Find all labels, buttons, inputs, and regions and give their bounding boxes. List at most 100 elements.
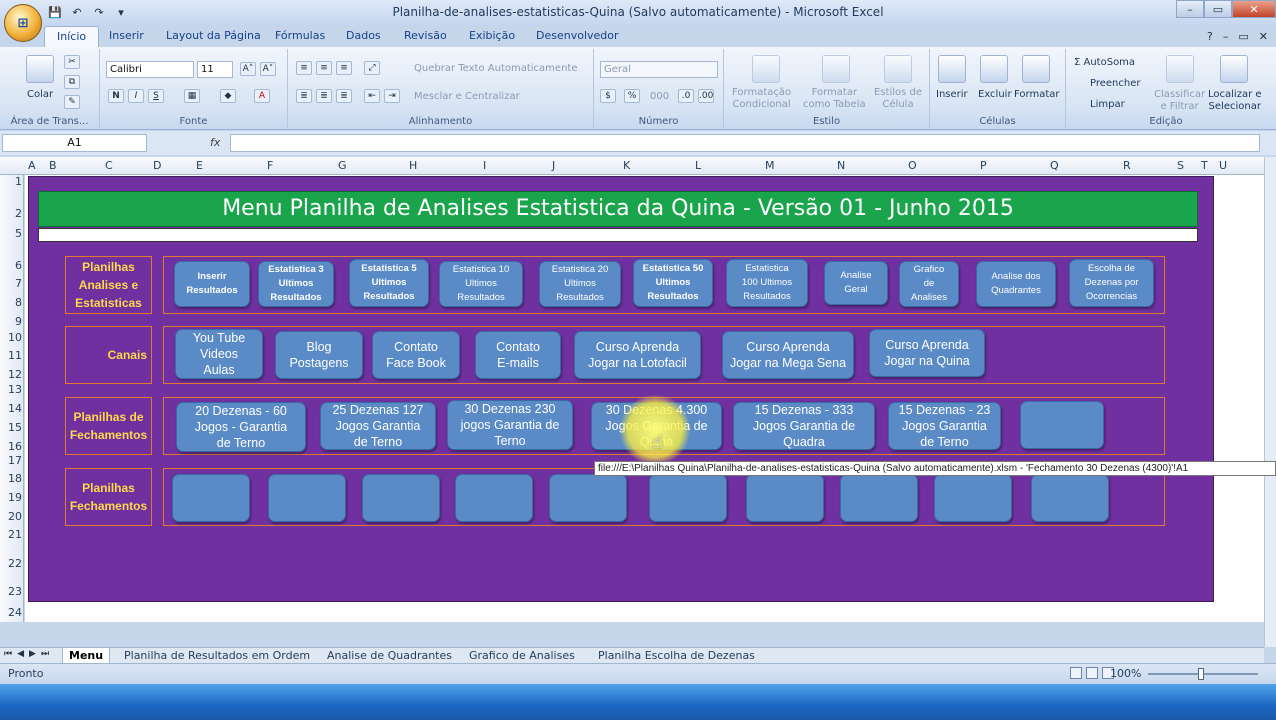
- tab-desenvolvedor[interactable]: Desenvolvedor: [536, 29, 619, 42]
- column-header[interactable]: C: [105, 159, 113, 172]
- curso-megasena-button[interactable]: Curso Aprenda Jogar na Mega Sena: [722, 331, 854, 379]
- fechamento-20-button[interactable]: 20 Dezenas - 60 Jogos - Garantia de Tern…: [176, 402, 306, 452]
- sheet-tab-quadrantes[interactable]: Analise de Quadrantes: [321, 648, 458, 664]
- delete-cells-button[interactable]: Excluir: [978, 89, 1012, 100]
- emails-button[interactable]: Contato E-mails: [475, 331, 561, 379]
- page-layout-view-icon[interactable]: [1086, 667, 1098, 679]
- insert-cells-icon[interactable]: [938, 55, 966, 83]
- conditional-format-button[interactable]: Formatação Condicional: [732, 87, 791, 111]
- maximize-button[interactable]: ▭: [1204, 0, 1232, 18]
- column-header[interactable]: A: [28, 159, 36, 172]
- facebook-button[interactable]: Contato Face Book: [372, 331, 460, 379]
- estatistica-20-button[interactable]: Estatistica 20 Ultimos Resultados: [539, 261, 621, 307]
- prev-sheet-icon[interactable]: ◀: [17, 649, 24, 659]
- fechamento-30-230-button[interactable]: 30 Dezenas 230 jogos Garantia de Terno: [447, 400, 573, 450]
- empty-slot-button[interactable]: [649, 474, 727, 522]
- row-header[interactable]: 21: [0, 528, 22, 541]
- row-header[interactable]: 11: [0, 349, 22, 362]
- column-header[interactable]: D: [153, 159, 161, 172]
- tab-revisao[interactable]: Revisão: [404, 29, 447, 42]
- empty-slot-button[interactable]: [934, 474, 1012, 522]
- column-header[interactable]: G: [338, 159, 347, 172]
- column-header[interactable]: N: [837, 159, 845, 172]
- align-right-icon[interactable]: ≣: [336, 89, 352, 103]
- thousands-button[interactable]: 000: [650, 91, 669, 102]
- increase-decimal-icon[interactable]: .0: [678, 89, 694, 103]
- insert-function-icon[interactable]: fx: [210, 136, 220, 149]
- cell-styles-icon[interactable]: [884, 55, 912, 83]
- autosum-button[interactable]: Σ AutoSoma: [1074, 57, 1135, 68]
- column-header[interactable]: I: [483, 159, 486, 172]
- column-header[interactable]: O: [908, 159, 917, 172]
- cell-styles-button[interactable]: Estilos de Célula: [874, 87, 922, 111]
- column-header[interactable]: E: [196, 159, 203, 172]
- font-family-select[interactable]: Calibri: [106, 61, 194, 78]
- help-icon[interactable]: ?: [1207, 30, 1213, 43]
- column-header[interactable]: H: [409, 159, 417, 172]
- grow-font-icon[interactable]: A˄: [240, 62, 256, 76]
- row-header[interactable]: 19: [0, 491, 22, 504]
- format-table-button[interactable]: Formatar como Tabela: [803, 87, 866, 111]
- estatistica-5-button[interactable]: Estatistica 5 Ultimos Resultados: [349, 259, 429, 307]
- column-header[interactable]: P: [980, 159, 987, 172]
- sort-filter-button[interactable]: Classificar e Filtrar: [1154, 89, 1205, 113]
- align-left-icon[interactable]: ≣: [296, 89, 312, 103]
- sheet-tab-resultados[interactable]: Planilha de Resultados em Ordem: [118, 648, 316, 664]
- column-header[interactable]: F: [267, 159, 273, 172]
- row-header[interactable]: 18: [0, 472, 22, 485]
- column-header[interactable]: Q: [1050, 159, 1059, 172]
- column-header[interactable]: J: [552, 159, 555, 172]
- align-middle-icon[interactable]: ≡: [316, 61, 332, 75]
- column-header[interactable]: M: [765, 159, 775, 172]
- estatistica-3-button[interactable]: Estatistica 3 Ultimos Resultados: [258, 261, 334, 307]
- column-header[interactable]: U: [1219, 159, 1227, 172]
- fill-button[interactable]: Preencher: [1090, 78, 1141, 89]
- row-header[interactable]: 6: [0, 259, 22, 272]
- find-select-icon[interactable]: [1220, 55, 1248, 83]
- tab-formulas[interactable]: Fórmulas: [275, 29, 325, 42]
- escolha-dezenas-button[interactable]: Escolha de Dezenas por Ocorrencias: [1069, 259, 1154, 307]
- sheet-tab-escolha[interactable]: Planilha Escolha de Dezenas: [592, 648, 761, 664]
- zoom-level[interactable]: 100%: [1110, 667, 1141, 680]
- tab-dados[interactable]: Dados: [346, 29, 381, 42]
- column-header[interactable]: R: [1123, 159, 1131, 172]
- align-top-icon[interactable]: ≡: [296, 61, 312, 75]
- bold-button[interactable]: N: [108, 89, 124, 103]
- estatistica-100-button[interactable]: Estatistica 100 Ultimos Resultados: [726, 259, 808, 307]
- sheet-tab-grafico[interactable]: Grafico de Analises: [463, 648, 581, 664]
- underline-button[interactable]: S: [148, 89, 164, 103]
- delete-cells-icon[interactable]: [980, 55, 1008, 83]
- formula-input[interactable]: [230, 134, 1260, 152]
- empty-slot-button[interactable]: [840, 474, 918, 522]
- find-select-button[interactable]: Localizar e Selecionar: [1208, 89, 1262, 113]
- row-header[interactable]: 17: [0, 454, 22, 467]
- empty-slot-button[interactable]: [746, 474, 824, 522]
- column-header[interactable]: L: [695, 159, 701, 172]
- office-button[interactable]: ⊞: [4, 4, 42, 42]
- doc-minimize-icon[interactable]: –: [1223, 30, 1229, 43]
- doc-restore-icon[interactable]: ▭: [1238, 30, 1248, 43]
- row-header[interactable]: 15: [0, 421, 22, 434]
- column-header[interactable]: K: [623, 159, 630, 172]
- zoom-slider-knob[interactable]: [1198, 668, 1204, 680]
- merge-center-button[interactable]: Mesclar e Centralizar: [414, 91, 520, 102]
- name-box[interactable]: A1: [2, 134, 147, 152]
- row-header[interactable]: 2: [0, 207, 22, 220]
- row-header[interactable]: 23: [0, 585, 22, 598]
- row-header[interactable]: 12: [0, 368, 22, 381]
- italic-button[interactable]: I: [128, 89, 144, 103]
- insert-cells-button[interactable]: Inserir: [936, 89, 968, 100]
- fechamento-15-23-button[interactable]: 15 Dezenas - 23 Jogos Garantia de Terno: [888, 402, 1001, 450]
- last-sheet-icon[interactable]: ⏭: [41, 649, 49, 659]
- fechamento-15-333-button[interactable]: 15 Dezenas - 333 Jogos Garantia de Quadr…: [733, 402, 875, 450]
- minimize-button[interactable]: –: [1176, 0, 1204, 18]
- align-bottom-icon[interactable]: ≡: [336, 61, 352, 75]
- empty-slot-button[interactable]: [549, 474, 627, 522]
- column-header[interactable]: S: [1177, 159, 1184, 172]
- sheet-tab-menu[interactable]: Menu: [62, 648, 111, 664]
- analise-quadrantes-button[interactable]: Analise dos Quadrantes: [976, 261, 1056, 307]
- column-header[interactable]: T: [1201, 159, 1208, 172]
- increase-indent-icon[interactable]: ⇥: [384, 89, 400, 103]
- row-header[interactable]: 8: [0, 296, 22, 309]
- curso-lotofacil-button[interactable]: Curso Aprenda Jogar na Lotofacil: [574, 331, 701, 379]
